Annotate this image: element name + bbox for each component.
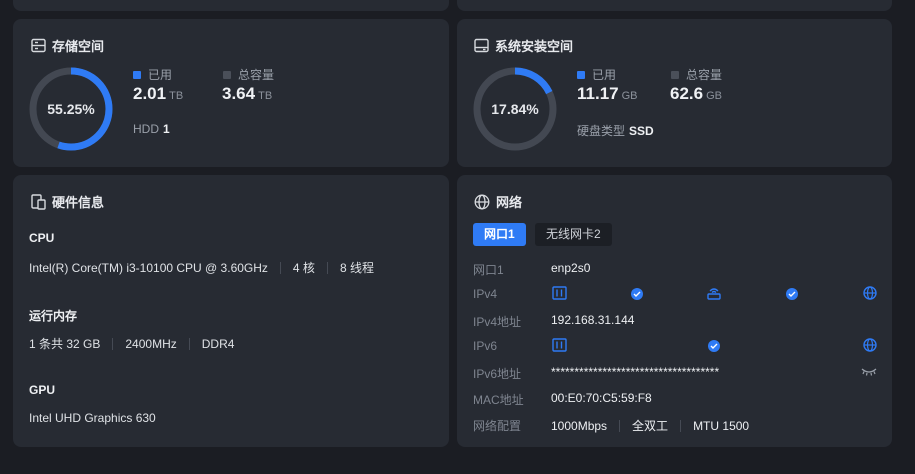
ipv4-connection-diagram	[552, 286, 877, 300]
storage-card: 存储空间 55.25% 已用 总容量 2.01 TB 3.64 TB HDD 1	[13, 19, 449, 167]
eye-closed-icon[interactable]	[861, 366, 877, 378]
cpu-row: Intel(R) Core(TM) i3-10100 CPU @ 3.60GHz…	[29, 259, 374, 276]
network-title: 网络	[474, 192, 522, 211]
gpu-row: Intel UHD Graphics 630	[29, 411, 156, 425]
storage-ring: 55.25%	[28, 66, 114, 152]
storage-percent: 55.25%	[47, 101, 95, 117]
system-used-unit: GB	[621, 90, 638, 102]
globe-icon	[474, 194, 490, 209]
network-config-label: 网络配置	[473, 419, 522, 433]
device-port-icon	[552, 338, 567, 352]
top-card-right	[457, 0, 892, 11]
cpu-model: Intel(R) Core(TM) i3-10100 CPU @ 3.60GHz	[29, 260, 268, 275]
storage-disk-info: HDD 1	[133, 122, 170, 136]
hardware-card: 硬件信息 CPU Intel(R) Core(TM) i3-10100 CPU …	[13, 175, 449, 447]
divider	[188, 337, 190, 350]
mtu-value: MTU 1500	[693, 418, 750, 433]
ipv6-address: ************************************	[551, 365, 720, 379]
system-disk-type-label: 硬盘类型	[577, 124, 626, 138]
mac-label: MAC地址	[473, 393, 524, 407]
system-disk-info: 硬盘类型 SSD	[577, 122, 654, 139]
network-title-text: 网络	[496, 195, 523, 210]
hardware-title-text: 硬件信息	[52, 195, 105, 210]
ipv4-label: IPv4	[473, 287, 498, 301]
system-ring: 17.84%	[472, 66, 558, 152]
gpu-label: GPU	[29, 383, 56, 397]
storage-disk-type: HDD	[133, 122, 159, 136]
system-card: 系统安装空间 17.84% 已用 总容量 11.17 GB 62.6 GB 硬盘类型…	[457, 19, 892, 167]
system-total-label: 总容量	[686, 68, 723, 82]
device-port-icon	[552, 286, 567, 300]
storage-total-value: 3.64 TB	[222, 84, 272, 104]
memory-label: 运行内存	[29, 309, 78, 323]
tab-port-1[interactable]: 网口1	[473, 223, 526, 246]
memory-size: 1 条共 32 GB	[29, 337, 101, 351]
storage-total-unit: TB	[258, 90, 273, 102]
system-title-text: 系统安装空间	[495, 39, 574, 54]
port-value: enp2s0	[551, 261, 591, 275]
check-icon	[786, 288, 798, 300]
divider	[680, 419, 682, 432]
system-used-legend: 已用	[577, 66, 616, 83]
storage-title: 存储空间	[31, 36, 104, 55]
used-swatch	[577, 70, 585, 79]
storage-used-unit: TB	[169, 90, 184, 102]
network-card: 网络 网口1 无线网卡2 网口1 enp2s0 IPv4 IPv4地址 192.…	[457, 175, 892, 447]
system-percent: 17.84%	[491, 101, 539, 117]
duplex-mode: 全双工	[632, 419, 669, 433]
system-total-legend: 总容量	[671, 66, 722, 83]
top-card-left	[13, 0, 449, 11]
storage-disk-count: 1	[163, 122, 170, 136]
system-total-number: 62.6	[670, 84, 704, 103]
storage-total-legend: 总容量	[223, 66, 274, 83]
storage-title-text: 存储空间	[52, 39, 105, 54]
tab-wireless-2[interactable]: 无线网卡2	[535, 223, 612, 246]
memory-row: 1 条共 32 GB 2400MHz DDR4	[29, 335, 234, 352]
ipv6-label: IPv6	[473, 339, 498, 353]
system-total-value: 62.6 GB	[670, 84, 722, 104]
memory-frequency: 2400MHz	[125, 336, 177, 351]
divider	[112, 337, 114, 350]
port-label: 网口1	[473, 263, 504, 277]
hardware-title: 硬件信息	[31, 192, 104, 211]
system-total-unit: GB	[706, 90, 722, 102]
router-icon	[707, 288, 721, 300]
storage-used-legend: 已用	[133, 66, 172, 83]
storage-total-label: 总容量	[238, 68, 275, 82]
cpu-label: CPU	[29, 231, 55, 245]
device-icon	[31, 193, 46, 210]
system-used-value: 11.17 GB	[577, 84, 638, 104]
cpu-cores: 4 核	[292, 261, 315, 275]
divider	[279, 261, 281, 274]
internet-globe-icon	[863, 286, 877, 300]
disk-icon	[474, 38, 489, 53]
check-icon	[631, 288, 643, 300]
divider	[326, 261, 328, 274]
system-disk-type: SSD	[629, 124, 654, 138]
used-swatch	[133, 70, 141, 79]
memory-type: DDR4	[201, 336, 235, 351]
cpu-threads: 8 线程	[339, 261, 374, 275]
total-swatch	[223, 70, 231, 79]
system-used-label: 已用	[592, 68, 617, 82]
total-swatch	[671, 70, 679, 79]
ipv4-address: 192.168.31.144	[551, 313, 635, 327]
storage-used-label: 已用	[148, 68, 173, 82]
storage-used-number: 2.01	[133, 84, 167, 103]
system-title: 系统安装空间	[474, 36, 573, 55]
internet-globe-icon	[863, 338, 877, 352]
storage-total-number: 3.64	[222, 84, 256, 103]
gpu-model: Intel UHD Graphics 630	[29, 411, 156, 425]
network-config-row: 1000Mbps 全双工 MTU 1500	[551, 417, 749, 434]
mac-address: 00:E0:70:C5:59:F8	[551, 391, 652, 405]
storage-icon	[31, 38, 46, 53]
divider	[619, 419, 621, 432]
check-icon	[708, 340, 720, 352]
ipv6-connection-diagram	[552, 338, 877, 352]
storage-used-value: 2.01 TB	[133, 84, 183, 104]
system-used-number: 11.17	[577, 84, 619, 103]
link-speed: 1000Mbps	[551, 418, 608, 433]
ipv6-address-label: IPv6地址	[473, 367, 522, 381]
ipv4-address-label: IPv4地址	[473, 315, 522, 329]
